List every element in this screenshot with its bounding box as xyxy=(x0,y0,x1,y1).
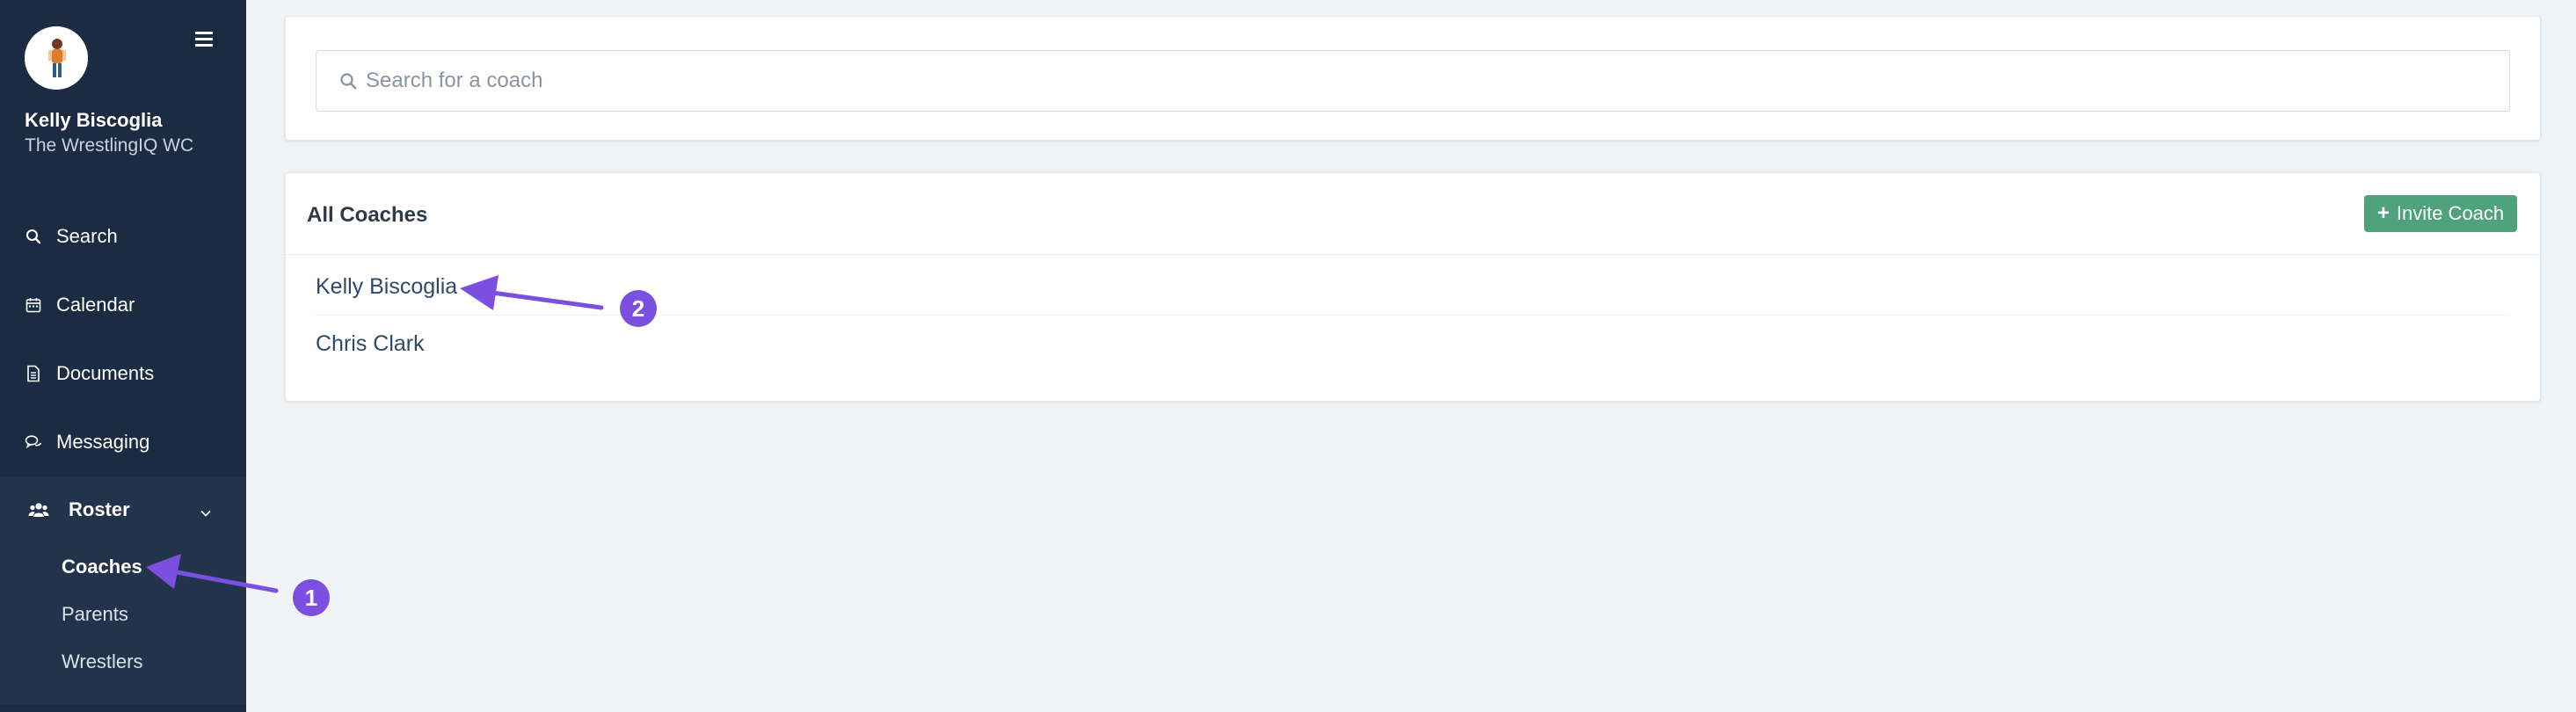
avatar[interactable] xyxy=(25,26,88,90)
search-icon xyxy=(339,72,357,90)
coach-name[interactable]: Kelly Biscoglia xyxy=(316,274,457,300)
messaging-icon xyxy=(25,433,42,451)
sidebar-subitem-wrestlers[interactable]: Wrestlers xyxy=(62,650,143,673)
team-name: The WrestlingIQ WC xyxy=(25,135,194,156)
sidebar-item-label: Roster xyxy=(69,498,130,520)
calendar-icon xyxy=(25,296,42,314)
sidebar-item-label: Calendar xyxy=(56,294,135,316)
coaches-card: All Coaches + Invite Coach Kelly Biscogl… xyxy=(285,172,2541,402)
sidebar-subitem-coaches[interactable]: Coaches xyxy=(62,556,142,578)
plus-icon: + xyxy=(2376,201,2390,225)
search-icon xyxy=(25,228,42,245)
user-name: Kelly Biscoglia xyxy=(25,109,163,131)
search-input[interactable] xyxy=(366,69,2476,93)
menu-toggle-icon[interactable] xyxy=(195,32,213,47)
users-icon xyxy=(28,501,49,519)
sidebar-item-calendar[interactable]: Calendar xyxy=(0,280,246,330)
divider xyxy=(286,254,2540,255)
avatar-image xyxy=(25,26,88,90)
sidebar-item-messaging[interactable]: Messaging xyxy=(0,418,246,467)
annotation-badge-1: 1 xyxy=(293,579,330,616)
document-icon xyxy=(25,365,42,382)
sidebar-item-label: Documents xyxy=(56,362,155,384)
search-card xyxy=(285,16,2541,141)
sidebar-subitem-parents[interactable]: Parents xyxy=(62,603,128,626)
sidebar-roster-group: Roster Coaches Parents Wrestlers xyxy=(0,476,246,705)
sidebar-item-roster[interactable]: Roster xyxy=(0,476,246,543)
sidebar: Kelly Biscoglia The WrestlingIQ WC Searc… xyxy=(0,0,246,712)
card-title: All Coaches xyxy=(307,203,428,227)
search-box[interactable] xyxy=(316,50,2510,112)
sidebar-item-label: Messaging xyxy=(56,431,150,453)
coach-name[interactable]: Chris Clark xyxy=(316,331,425,357)
sidebar-item-search[interactable]: Search xyxy=(0,212,246,261)
annotation-badge-2: 2 xyxy=(620,290,657,327)
invite-coach-button[interactable]: + Invite Coach xyxy=(2364,195,2517,232)
sidebar-item-documents[interactable]: Documents xyxy=(0,349,246,398)
chevron-down-icon xyxy=(199,503,213,517)
invite-coach-label: Invite Coach xyxy=(2396,202,2505,224)
sidebar-item-label: Search xyxy=(56,225,118,247)
